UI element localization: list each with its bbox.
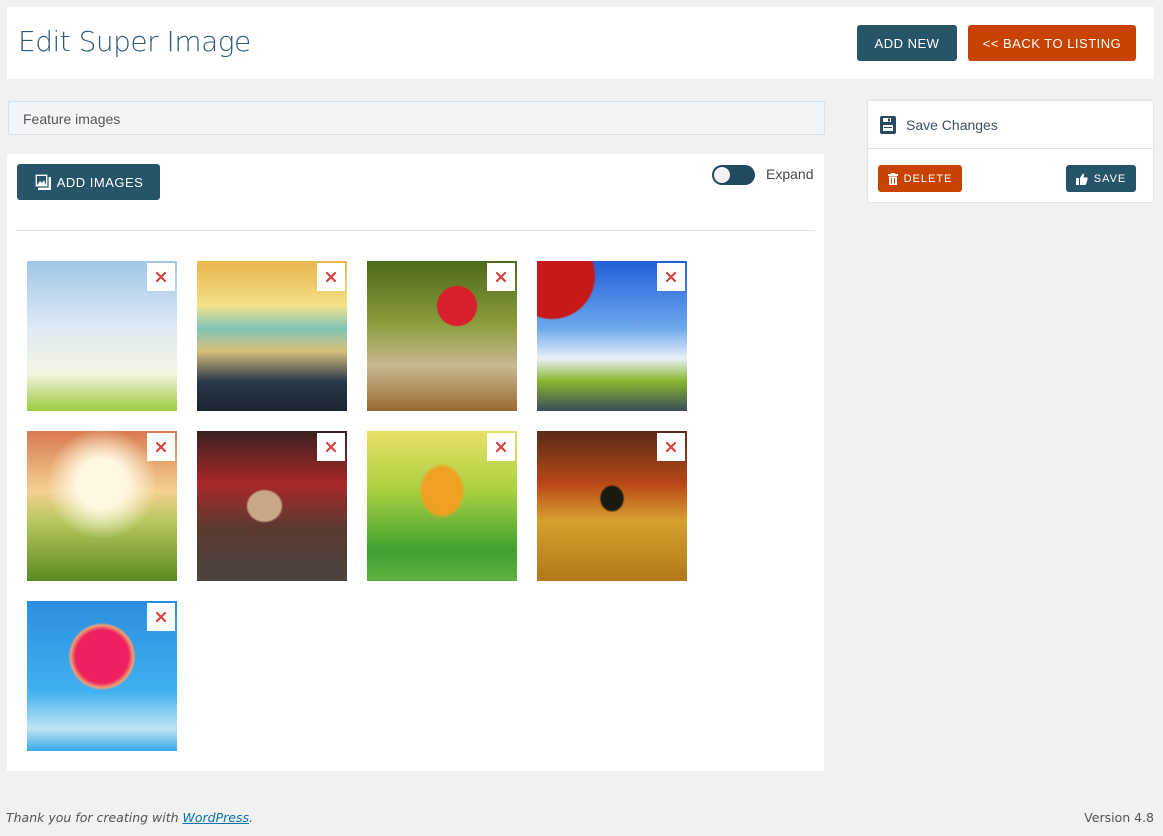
footer-thanks: Thank you for creating with (6, 810, 183, 825)
delete-button[interactable]: DELETE (878, 165, 962, 192)
close-icon (496, 272, 506, 282)
save-changes-title: Save Changes (906, 116, 998, 133)
gallery-image[interactable] (367, 261, 517, 411)
gallery-image[interactable] (27, 431, 177, 581)
expand-label: Expand (766, 166, 814, 182)
footer-credit: Thank you for creating with WordPress. (6, 810, 253, 825)
add-images-button[interactable]: ADD IMAGES (17, 164, 160, 200)
close-icon (666, 442, 676, 452)
section-title: Feature images (23, 111, 121, 127)
remove-image-button[interactable] (657, 433, 685, 461)
close-icon (326, 272, 336, 282)
gallery-image[interactable] (197, 431, 347, 581)
footer-version: Version 4.8 (1084, 810, 1154, 825)
page-header: Edit Super Image ADD NEW << BACK TO LIST… (7, 7, 1154, 79)
wordpress-link[interactable]: WordPress (183, 810, 249, 825)
gallery-image[interactable] (537, 261, 687, 411)
close-icon (326, 442, 336, 452)
remove-image-button[interactable] (657, 263, 685, 291)
close-icon (156, 612, 166, 622)
gallery-image[interactable] (27, 261, 177, 411)
close-icon (156, 442, 166, 452)
images-icon (34, 173, 51, 190)
gallery-image[interactable] (537, 431, 687, 581)
close-icon (666, 272, 676, 282)
remove-image-button[interactable] (147, 433, 175, 461)
thumbs-up-icon (1075, 173, 1088, 185)
save-label: SAVE (1093, 172, 1127, 185)
expand-toggle[interactable] (712, 165, 755, 185)
add-images-label: ADD IMAGES (56, 174, 144, 190)
remove-image-button[interactable] (147, 263, 175, 291)
close-icon (496, 442, 506, 452)
back-to-listing-button[interactable]: << BACK TO LISTING (968, 25, 1136, 61)
gallery-panel: ADD IMAGES Expand (7, 154, 824, 771)
gallery-image[interactable] (197, 261, 347, 411)
save-changes-panel: Save Changes DELETE SAVE (867, 100, 1154, 203)
close-icon (156, 272, 166, 282)
gallery-image[interactable] (27, 601, 177, 751)
add-new-button[interactable]: ADD NEW (857, 25, 957, 61)
save-changes-header: Save Changes (868, 101, 1153, 149)
divider (17, 230, 814, 231)
footer-period: . (249, 810, 253, 825)
remove-image-button[interactable] (487, 263, 515, 291)
save-button[interactable]: SAVE (1066, 165, 1136, 192)
page-title: Edit Super Image (18, 25, 251, 58)
remove-image-button[interactable] (317, 263, 345, 291)
delete-label: DELETE (903, 172, 953, 185)
remove-image-button[interactable] (487, 433, 515, 461)
section-title-bar: Feature images (8, 101, 825, 135)
remove-image-button[interactable] (317, 433, 345, 461)
remove-image-button[interactable] (147, 603, 175, 631)
floppy-disk-icon (880, 115, 896, 134)
gallery-image[interactable] (367, 431, 517, 581)
trash-icon (887, 172, 898, 185)
toggle-knob (713, 166, 731, 184)
